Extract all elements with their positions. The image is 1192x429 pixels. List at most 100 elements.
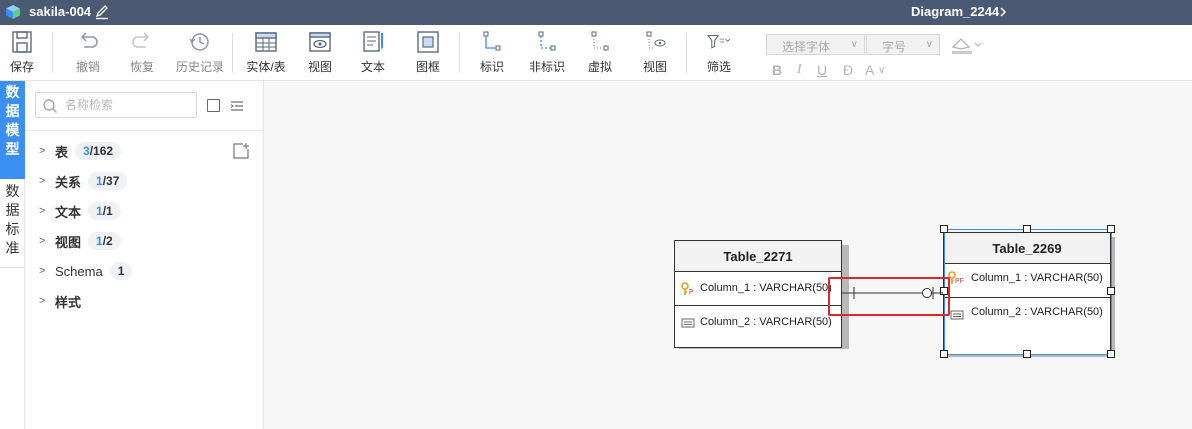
- search-box: [35, 92, 197, 118]
- italic-button[interactable]: I: [797, 62, 802, 78]
- fill-color-icon[interactable]: [950, 35, 984, 55]
- frame-label: 图框: [415, 60, 440, 74]
- identifying-relation-icon: [483, 31, 501, 51]
- text-note-icon: [363, 31, 383, 52]
- tree-item-relations[interactable]: > 关系 1/37: [39, 170, 128, 192]
- toolbar-divider: [686, 33, 687, 73]
- font-family-select[interactable]: 选择字体 ∨: [766, 34, 865, 55]
- title-bar: sakila-004 Diagram_2244: [0, 0, 1192, 25]
- history-label: 历史记录: [175, 60, 224, 74]
- tree-item-styles[interactable]: > 样式: [39, 290, 81, 312]
- toolbar: 保存 撤销 恢复 历史记录 实体/表 视图 文本 图框 标识 非标识 虚拟 视图…: [0, 25, 1192, 81]
- tree-item-views[interactable]: > 视图 1/2: [39, 230, 121, 252]
- add-view-button[interactable]: 视图: [305, 29, 335, 77]
- resize-handle[interactable]: [1023, 350, 1031, 358]
- virtual-relation-button[interactable]: 虚拟: [585, 29, 615, 77]
- entity-table-2271[interactable]: Table_2271 P Column_1 : VARCHAR(50) Colu…: [674, 240, 842, 348]
- entity-column-row[interactable]: P Column_1 : VARCHAR(50): [675, 272, 841, 305]
- toolbar-divider: [52, 33, 53, 73]
- chevron-down-icon[interactable]: ∨: [878, 65, 885, 76]
- highlight-annotation: [828, 277, 950, 316]
- tree-item-texts[interactable]: > 文本 1/1: [39, 200, 121, 222]
- chevron-right-icon: >: [39, 295, 46, 307]
- bold-button[interactable]: B: [772, 62, 782, 78]
- redo-button[interactable]: 恢复: [127, 29, 157, 77]
- underline-button[interactable]: U: [817, 62, 827, 78]
- font-color-button[interactable]: A: [865, 62, 874, 78]
- diagram-name[interactable]: Diagram_2244: [911, 4, 999, 19]
- chevron-right-icon: >: [39, 175, 46, 187]
- resize-handle[interactable]: [1023, 225, 1031, 233]
- font-size-value: 字号: [882, 40, 907, 54]
- diagram-canvas[interactable]: Table_2271 P Column_1 : VARCHAR(50) Colu…: [264, 81, 1192, 429]
- font-family-value: 选择字体: [782, 40, 831, 54]
- select-all-checkbox[interactable]: [207, 99, 220, 112]
- count-badge: 1/2: [88, 232, 121, 250]
- entity-column-row[interactable]: Column_2 : VARCHAR(50): [675, 305, 841, 338]
- redo-label: 恢复: [129, 60, 154, 74]
- tab-data-standard[interactable]: 数据标准: [0, 180, 25, 268]
- add-entity-button[interactable]: 实体/表: [244, 29, 288, 77]
- tree-item-tables[interactable]: > 表 3/162: [39, 140, 122, 162]
- frame-icon: [417, 31, 439, 53]
- search-input[interactable]: [65, 96, 190, 114]
- strikethrough-button[interactable]: Đ: [843, 62, 853, 78]
- chevron-right-icon[interactable]: [998, 4, 1008, 20]
- tab-data-model[interactable]: 数据模型: [0, 81, 25, 179]
- entity-label: 实体/表: [246, 60, 286, 74]
- undo-label: 撤销: [75, 60, 100, 74]
- sort-list-icon[interactable]: [229, 98, 245, 114]
- add-item-icon[interactable]: [232, 142, 250, 160]
- pencil-edit-icon[interactable]: [95, 4, 109, 20]
- count-badge: 1: [109, 262, 133, 280]
- svg-text:P: P: [689, 289, 694, 296]
- virtual-label: 虚拟: [587, 60, 612, 74]
- count-badge: 3/162: [75, 142, 122, 160]
- chevron-down-icon: ∨: [925, 39, 933, 50]
- chevron-right-icon: >: [39, 235, 46, 247]
- save-button[interactable]: 保存: [7, 29, 37, 77]
- resize-handle[interactable]: [940, 225, 948, 233]
- tree-item-schema[interactable]: > Schema 1: [39, 260, 133, 282]
- view-relation-button[interactable]: 视图: [640, 29, 670, 77]
- chevron-right-icon: >: [39, 265, 46, 277]
- filter-icon: [707, 34, 731, 49]
- resize-handle[interactable]: [1107, 287, 1115, 295]
- toolbar-divider: [232, 33, 233, 73]
- add-text-button[interactable]: 文本: [358, 29, 388, 77]
- non-identifying-relation-icon: [538, 31, 556, 51]
- identifying-relation-button[interactable]: 标识: [477, 29, 507, 77]
- chevron-down-icon: ∨: [850, 39, 858, 50]
- count-badge: 1/37: [88, 172, 128, 190]
- resize-handle[interactable]: [1107, 350, 1115, 358]
- nav-tabs: 数据模型 数据标准: [0, 81, 25, 429]
- view-relation-icon: [646, 31, 666, 49]
- resize-handle[interactable]: [940, 350, 948, 358]
- chevron-right-icon: >: [39, 145, 46, 157]
- non-identifying-label: 非标识: [528, 60, 565, 74]
- history-clock-icon: [189, 33, 209, 51]
- font-size-select[interactable]: 字号 ∨: [866, 34, 940, 55]
- table-icon: [255, 32, 277, 52]
- column-text: Column_2 : VARCHAR(50): [700, 316, 832, 328]
- resize-handle[interactable]: [1107, 225, 1115, 233]
- add-frame-button[interactable]: 图框: [413, 29, 443, 77]
- text-label: 文本: [360, 60, 385, 74]
- model-panel: > 表 3/162 > 关系 1/37 > 文本 1/1 > 视图 1/2 > …: [25, 81, 264, 429]
- history-button[interactable]: 历史记录: [174, 29, 226, 77]
- panel-divider: [25, 130, 264, 131]
- selection-outline: [944, 229, 1112, 355]
- undo-icon: [80, 32, 98, 48]
- view-eye-icon: [309, 32, 331, 52]
- chevron-right-icon: >: [39, 205, 46, 217]
- entity-title: Table_2271: [675, 241, 841, 272]
- virtual-relation-icon: [591, 31, 609, 51]
- count-badge: 1/1: [88, 202, 121, 220]
- identifying-label: 标识: [479, 60, 504, 74]
- redo-icon: [132, 32, 150, 48]
- undo-button[interactable]: 撤销: [73, 29, 103, 77]
- primary-key-icon: P: [681, 282, 694, 296]
- filter-button[interactable]: 筛选: [701, 29, 737, 77]
- project-name: sakila-004: [29, 4, 92, 19]
- non-identifying-relation-button[interactable]: 非标识: [527, 29, 567, 77]
